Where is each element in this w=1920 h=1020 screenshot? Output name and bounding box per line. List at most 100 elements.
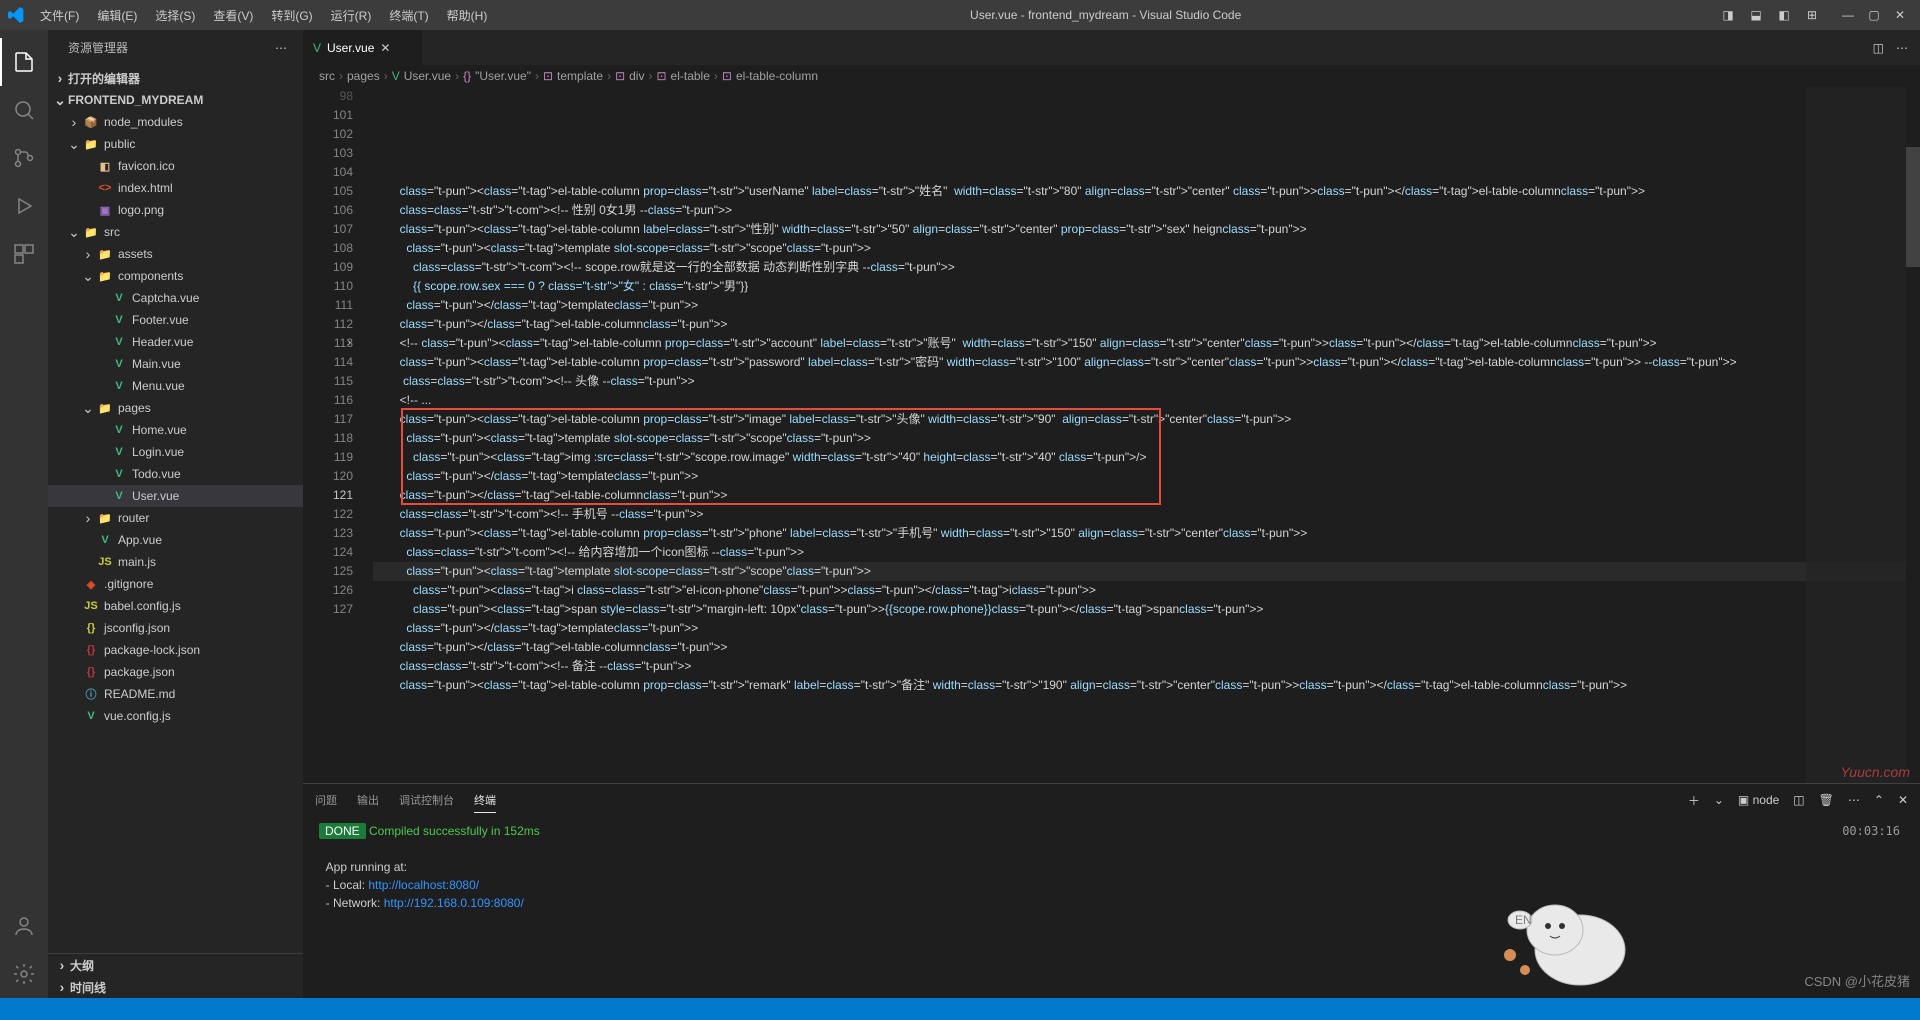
terminal-shell-label[interactable]: ▣ node: [1738, 793, 1779, 807]
explorer-icon[interactable]: [0, 38, 48, 86]
minimap[interactable]: [1806, 87, 1906, 783]
tree-item-vue-config-js[interactable]: Vvue.config.js: [48, 705, 303, 727]
tree-item-todo-vue[interactable]: VTodo.vue: [48, 463, 303, 485]
menu-terminal[interactable]: 终端(T): [381, 3, 436, 28]
panel-more-icon[interactable]: ⋯: [1848, 793, 1860, 807]
chevron-icon: ›: [80, 510, 96, 526]
search-icon[interactable]: [0, 86, 48, 134]
chevron-right-icon: ›: [52, 70, 68, 86]
toggle-panel-icon[interactable]: ⬓: [1744, 3, 1768, 27]
file-icon: V: [110, 424, 128, 436]
tree-item-pages[interactable]: ⌄📁pages: [48, 397, 303, 419]
panel-tab-output[interactable]: 输出: [357, 788, 379, 812]
tree-item-main-vue[interactable]: VMain.vue: [48, 353, 303, 375]
panel-tab-debug[interactable]: 调试控制台: [399, 788, 454, 812]
new-terminal-icon[interactable]: ＋: [1688, 792, 1700, 809]
menu-run[interactable]: 运行(R): [323, 3, 380, 28]
menu-help[interactable]: 帮助(H): [439, 3, 496, 28]
terminal-dropdown-icon[interactable]: ⌄: [1714, 793, 1724, 807]
tab-user-vue[interactable]: V User.vue ✕: [303, 30, 423, 65]
file-icon: {}: [82, 644, 100, 656]
file-tree: › 打开的编辑器 ⌄ FRONTEND_MYDREAM ›📦node_modul…: [48, 65, 303, 953]
tree-item-node-modules[interactable]: ›📦node_modules: [48, 111, 303, 133]
tree-item-babel-config-js[interactable]: JSbabel.config.js: [48, 595, 303, 617]
settings-icon[interactable]: [0, 950, 48, 998]
tree-item-favicon-ico[interactable]: ◧favicon.ico: [48, 155, 303, 177]
activity-bar: [0, 30, 48, 998]
svg-text:EN: EN: [1515, 913, 1532, 927]
open-editors-section[interactable]: › 打开的编辑器: [48, 67, 303, 89]
file-icon: V: [110, 358, 128, 370]
menu-view[interactable]: 查看(V): [205, 3, 261, 28]
scrollbar-thumb[interactable]: [1906, 147, 1920, 267]
tree-item--gitignore[interactable]: ◈.gitignore: [48, 573, 303, 595]
menu-file[interactable]: 文件(F): [32, 3, 87, 28]
minimize-button[interactable]: —: [1836, 3, 1860, 27]
menu-go[interactable]: 转到(G): [263, 3, 320, 28]
menu-selection[interactable]: 选择(S): [147, 3, 203, 28]
tree-item-assets[interactable]: ›📁assets: [48, 243, 303, 265]
file-icon: 📁: [96, 248, 114, 261]
extensions-icon[interactable]: [0, 230, 48, 278]
code-content[interactable]: class="t-pun"><class="t-tag">el-table-co…: [373, 87, 1920, 783]
done-badge: DONE: [319, 823, 366, 839]
tree-item-header-vue[interactable]: VHeader.vue: [48, 331, 303, 353]
file-icon: 📁: [82, 138, 100, 151]
tree-item-readme-md[interactable]: ⓘREADME.md: [48, 683, 303, 705]
close-panel-icon[interactable]: ✕: [1898, 793, 1908, 807]
maximize-button[interactable]: ▢: [1862, 3, 1886, 27]
kill-terminal-icon[interactable]: 🗑: [1819, 793, 1834, 807]
tree-item-router[interactable]: ›📁router: [48, 507, 303, 529]
menu-edit[interactable]: 编辑(E): [89, 3, 145, 28]
tree-item-user-vue[interactable]: VUser.vue: [48, 485, 303, 507]
split-editor-icon[interactable]: ◫: [1873, 41, 1884, 55]
sidebar-more-icon[interactable]: ⋯: [275, 41, 287, 55]
run-debug-icon[interactable]: [0, 182, 48, 230]
panel-tab-problems[interactable]: 问题: [315, 788, 337, 812]
toggle-secondary-sidebar-icon[interactable]: ◧: [1772, 3, 1796, 27]
local-url-link[interactable]: http://localhost:8080/: [368, 878, 479, 892]
terminal-output[interactable]: 00:03:16 DONE Compiled successfully in 1…: [303, 816, 1920, 998]
file-icon: ▣: [96, 204, 114, 217]
file-icon: JS: [96, 556, 114, 568]
tree-item-captcha-vue[interactable]: VCaptcha.vue: [48, 287, 303, 309]
file-icon: V: [110, 446, 128, 458]
tree-item-src[interactable]: ⌄📁src: [48, 221, 303, 243]
customize-layout-icon[interactable]: ⊞: [1800, 3, 1824, 27]
tree-item-jsconfig-json[interactable]: {}jsconfig.json: [48, 617, 303, 639]
tree-item-app-vue[interactable]: VApp.vue: [48, 529, 303, 551]
tree-item-package-lock-json[interactable]: {}package-lock.json: [48, 639, 303, 661]
window-title: User.vue - frontend_mydream - Visual Stu…: [495, 8, 1716, 22]
accounts-icon[interactable]: [0, 902, 48, 950]
tree-item-components[interactable]: ⌄📁components: [48, 265, 303, 287]
breadcrumb[interactable]: src› pages› VUser.vue› {}"User.vue"› ⊡te…: [303, 65, 1920, 87]
tree-item-home-vue[interactable]: VHome.vue: [48, 419, 303, 441]
explorer-sidebar: 资源管理器 ⋯ › 打开的编辑器 ⌄ FRONTEND_MYDREAM ›📦no…: [48, 30, 303, 998]
toggle-primary-sidebar-icon[interactable]: ◨: [1716, 3, 1740, 27]
tree-item-index-html[interactable]: <>index.html: [48, 177, 303, 199]
file-icon: ◧: [96, 160, 114, 173]
project-root-section[interactable]: ⌄ FRONTEND_MYDREAM: [48, 89, 303, 111]
outline-section[interactable]: › 大纲: [48, 954, 303, 976]
close-tab-icon[interactable]: ✕: [380, 41, 390, 55]
editor-more-icon[interactable]: ⋯: [1896, 41, 1908, 55]
maximize-panel-icon[interactable]: ⌃: [1874, 793, 1884, 807]
tree-item-public[interactable]: ⌄📁public: [48, 133, 303, 155]
tree-item-package-json[interactable]: {}package.json: [48, 661, 303, 683]
tree-item-main-js[interactable]: JSmain.js: [48, 551, 303, 573]
panel-tab-terminal[interactable]: 终端: [474, 788, 496, 813]
split-terminal-icon[interactable]: ◫: [1793, 793, 1804, 807]
network-url-link[interactable]: http://192.168.0.109:8080/: [384, 896, 524, 910]
file-icon: V: [110, 380, 128, 392]
file-icon: ⓘ: [82, 686, 100, 702]
editor-scrollbar[interactable]: [1906, 87, 1920, 783]
tree-item-logo-png[interactable]: ▣logo.png: [48, 199, 303, 221]
tree-item-footer-vue[interactable]: VFooter.vue: [48, 309, 303, 331]
close-button[interactable]: ✕: [1888, 3, 1912, 27]
tree-item-menu-vue[interactable]: VMenu.vue: [48, 375, 303, 397]
status-bar[interactable]: [0, 998, 1920, 1020]
timeline-section[interactable]: › 时间线: [48, 976, 303, 998]
tree-item-login-vue[interactable]: VLogin.vue: [48, 441, 303, 463]
source-control-icon[interactable]: [0, 134, 48, 182]
code-editor[interactable]: 98 1011021031041051061071081091101111121…: [303, 87, 1920, 783]
